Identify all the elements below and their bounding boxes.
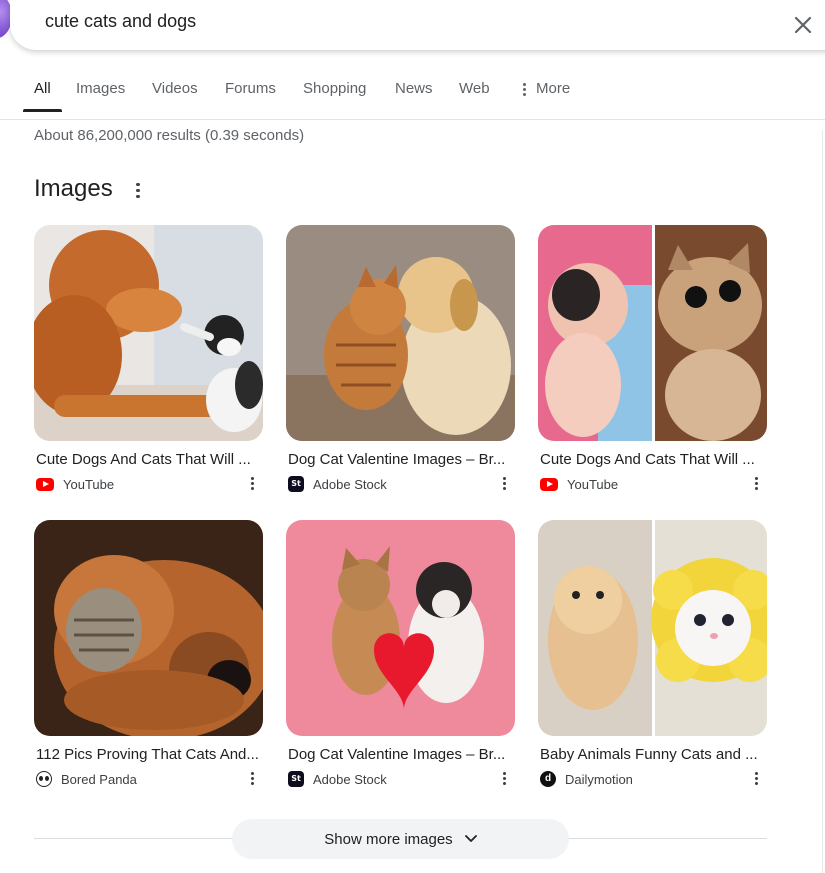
tab-forums[interactable]: Forums	[225, 80, 276, 97]
tab-shopping[interactable]: Shopping	[303, 80, 366, 97]
bored-panda-icon	[36, 771, 52, 787]
more-vertical-icon	[136, 182, 140, 198]
image-result-menu-button[interactable]	[498, 475, 512, 493]
search-box	[10, 0, 825, 50]
source-name: YouTube	[567, 476, 619, 492]
more-vertical-icon	[755, 772, 759, 785]
more-vertical-icon	[755, 477, 759, 490]
image-result-menu-button[interactable]	[246, 475, 260, 493]
source-name: Adobe Stock	[313, 771, 387, 787]
source-name: Bored Panda	[61, 771, 137, 787]
dog-and-cat-image	[34, 225, 263, 441]
tab-more[interactable]: More	[523, 80, 570, 98]
more-vertical-icon	[251, 477, 255, 490]
image-result-card[interactable]: Cute Dogs And Cats That Will ... YouTube	[538, 225, 770, 495]
search-tabs: All Images Videos Forums Shopping News W…	[0, 68, 825, 120]
puppy-and-flower-kitten-image	[538, 520, 767, 736]
search-input[interactable]	[45, 8, 745, 34]
right-column-divider	[822, 130, 823, 873]
image-result-menu-button[interactable]	[750, 475, 764, 493]
youtube-icon	[36, 477, 54, 491]
kitten-and-puppy-image	[286, 225, 515, 441]
tab-news[interactable]: News	[395, 80, 433, 97]
image-result-source[interactable]: Bored Panda	[36, 771, 137, 787]
images-section-menu-button[interactable]	[130, 180, 146, 200]
tab-web[interactable]: Web	[459, 80, 490, 97]
image-result-title[interactable]: Dog Cat Valentine Images – Br...	[288, 451, 520, 468]
youtube-icon	[540, 477, 558, 491]
image-result-title[interactable]: Cute Dogs And Cats That Will ...	[36, 451, 268, 468]
active-tab-indicator	[23, 109, 62, 112]
pug-and-kitten-image	[538, 225, 767, 441]
image-result-card[interactable]: Dog Cat Valentine Images – Br... St Adob…	[286, 225, 518, 495]
more-vertical-icon	[503, 772, 507, 785]
image-result-source[interactable]: YouTube	[540, 476, 618, 492]
image-result-source[interactable]: St Adobe Stock	[288, 771, 387, 787]
image-thumbnail[interactable]	[538, 520, 767, 736]
image-result-source[interactable]: St Adobe Stock	[288, 476, 387, 492]
hound-and-kitten-image	[34, 520, 263, 736]
image-result-menu-button[interactable]	[498, 770, 512, 788]
search-header	[0, 0, 825, 50]
kitten-puppy-heart-image	[286, 520, 515, 736]
image-result-source[interactable]: d Dailymotion	[540, 771, 633, 787]
image-thumbnail[interactable]	[34, 225, 263, 441]
results-stats: About 86,200,000 results (0.39 seconds)	[34, 127, 305, 144]
tab-all[interactable]: All	[34, 80, 51, 97]
divider	[568, 838, 767, 839]
image-thumbnail[interactable]	[538, 225, 767, 441]
more-vertical-icon	[503, 477, 507, 490]
image-result-title[interactable]: Baby Animals Funny Cats and ...	[540, 746, 772, 763]
image-result-menu-button[interactable]	[246, 770, 260, 788]
close-icon	[794, 16, 812, 34]
image-result-card[interactable]: Cute Dogs And Cats That Will ... YouTube	[34, 225, 266, 495]
source-name: YouTube	[63, 476, 115, 492]
image-result-menu-button[interactable]	[750, 770, 764, 788]
image-result-card[interactable]: Dog Cat Valentine Images – Br... St Adob…	[286, 520, 518, 790]
source-name: Adobe Stock	[313, 476, 387, 492]
clear-search-button[interactable]	[790, 12, 816, 38]
show-more-label: Show more images	[324, 830, 453, 848]
more-vertical-icon	[523, 81, 527, 98]
image-thumbnail[interactable]	[34, 520, 263, 736]
more-vertical-icon	[251, 772, 255, 785]
images-section-title: Images	[34, 175, 113, 202]
chevron-down-icon	[464, 835, 477, 842]
divider	[34, 838, 234, 839]
source-name: Dailymotion	[565, 771, 633, 787]
image-result-title[interactable]: Dog Cat Valentine Images – Br...	[288, 746, 520, 763]
image-result-card[interactable]: 112 Pics Proving That Cats And... Bored …	[34, 520, 266, 790]
dailymotion-icon: d	[540, 771, 556, 787]
image-result-title[interactable]: 112 Pics Proving That Cats And...	[36, 746, 268, 763]
adobe-stock-icon: St	[288, 771, 304, 787]
image-result-title[interactable]: Cute Dogs And Cats That Will ...	[540, 451, 772, 468]
tab-videos[interactable]: Videos	[152, 80, 198, 97]
tab-more-label: More	[536, 80, 571, 97]
show-more-images-button[interactable]: Show more images	[232, 819, 569, 859]
image-thumbnail[interactable]	[286, 520, 515, 736]
tab-images[interactable]: Images	[76, 80, 125, 97]
image-result-source[interactable]: YouTube	[36, 476, 114, 492]
image-result-card[interactable]: Baby Animals Funny Cats and ... d Dailym…	[538, 520, 770, 790]
image-thumbnail[interactable]	[286, 225, 515, 441]
adobe-stock-icon: St	[288, 476, 304, 492]
